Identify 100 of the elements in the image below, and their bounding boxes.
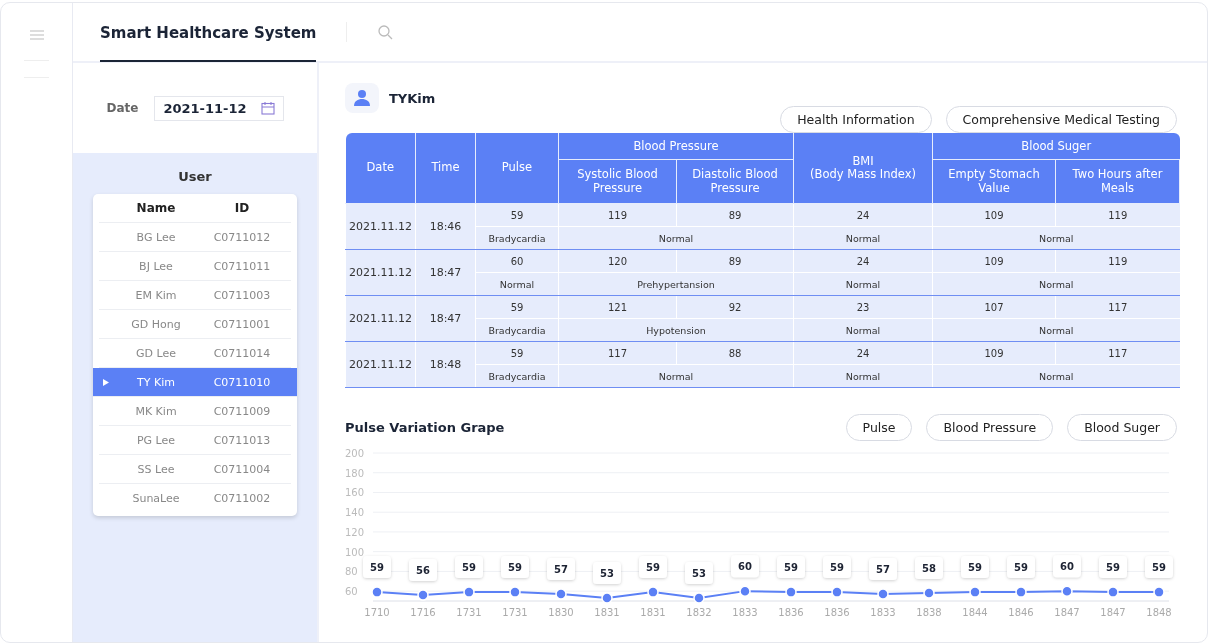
data-label: 59 [1152,562,1166,574]
user-id: C0711004 [212,462,272,476]
table-cell: 121 [558,295,677,319]
table-cell: 24 [793,341,933,365]
date-label: Date [106,101,139,115]
user-id: C0711010 [212,375,272,389]
table-cell: Hypotension [558,318,794,342]
data-point [969,586,981,598]
x-tick-label: 1830 [548,607,574,618]
y-tick-label: 180 [345,467,365,479]
y-tick-label: 140 [345,507,365,519]
table-cell: 18:48 [415,341,476,388]
data-point [739,585,751,597]
x-tick-label: 1731 [456,607,482,618]
data-label: 59 [462,562,476,574]
y-tick-label: 160 [345,487,365,499]
graph-filter-button[interactable]: Blood Suger [1067,414,1177,441]
x-tick-label: 1846 [1008,607,1034,618]
graph-title: Pulse Variation Grape [345,420,505,435]
user-row[interactable]: MK Kim C0711009 [99,397,291,426]
x-tick-label: 1847 [1100,607,1126,618]
data-point [647,586,659,598]
user-row[interactable]: EM Kim C0711003 [99,281,291,310]
table-cell: 109 [932,249,1056,273]
data-label: 59 [508,562,522,574]
table-cell: 59 [475,295,559,319]
x-tick-label: 1844 [962,607,988,618]
user-row[interactable]: SunaLee C0711002 [99,484,291,512]
table-cell: 18:47 [415,295,476,342]
table-cell: 24 [793,203,933,227]
table-cell: 24 [793,249,933,273]
avatar-icon [345,83,379,113]
table-cell: Bradycardia [475,318,559,342]
table-cell: 88 [676,341,794,365]
user-id: C0711003 [212,288,272,302]
view-button[interactable]: Health Information [780,106,932,133]
table-cell: 18:47 [415,249,476,296]
column-header: Diastolic Blood Pressure [676,159,794,204]
user-id: C0711011 [212,259,272,273]
table-cell: 119 [1055,249,1180,273]
table-cell: 2021.11.12 [345,203,416,250]
y-tick-label: 80 [345,566,358,578]
search-icon[interactable] [377,24,394,40]
table-cell: 2021.11.12 [345,295,416,342]
data-point [463,586,475,598]
table-cell: Prehypertansion [558,272,794,296]
date-field[interactable]: 2021-11-12 [154,95,284,121]
user-name: GD Hong [130,317,182,331]
graph-filter-button[interactable]: Blood Pressure [926,414,1054,441]
x-tick-label: 1833 [870,607,896,618]
column-group-header: Blood Suger [932,133,1180,160]
column-header: BMI (Body Mass Index) [793,133,933,204]
menu-icon[interactable] [29,30,44,40]
data-point [785,586,797,598]
table-cell: 18:46 [415,203,476,250]
column-header: Pulse [475,133,559,204]
data-label: 59 [830,562,844,574]
pointer-icon [103,378,109,386]
x-tick-label: 1848 [1146,607,1172,618]
table-cell: 2021.11.12 [345,341,416,388]
user-name: TY Kim [136,375,176,389]
column-header: Empty Stomach Value [932,159,1056,204]
graph-filter-button[interactable]: Pulse [845,414,913,441]
x-tick-label: 1833 [732,607,758,618]
table-cell: 23 [793,295,933,319]
calendar-icon[interactable] [260,101,275,115]
x-tick-label: 1838 [916,607,942,618]
user-name: MK Kim [134,404,178,418]
data-point [693,592,705,604]
table-cell: Bradycardia [475,226,559,250]
data-point [1015,586,1027,598]
data-point [509,586,521,598]
user-row[interactable]: BG Lee C0711012 [99,223,291,252]
user-id: C0711009 [212,404,272,418]
x-tick-label: 1836 [778,607,804,618]
column-header: Date [345,133,416,204]
user-row[interactable]: TY Kim C0711010 [93,368,297,397]
user-name: PG Lee [135,433,177,447]
table-cell: Normal [475,272,559,296]
x-tick-label: 1832 [686,607,712,618]
user-row[interactable]: BJ Lee C0711011 [99,252,291,281]
data-point [555,588,567,600]
column-group-header: Blood Pressure [558,133,794,160]
data-point [1153,586,1165,598]
user-row[interactable]: SS Lee C0711004 [99,455,291,484]
table-cell: 117 [1055,295,1180,319]
table-cell: Normal [793,272,933,296]
table-cell: 109 [932,203,1056,227]
table-cell: Normal [558,226,794,250]
user-row[interactable]: PG Lee C0711013 [99,426,291,455]
user-id: C0711014 [212,346,272,360]
data-label: 60 [1060,561,1074,573]
table-cell: 119 [558,203,677,227]
view-button[interactable]: Comprehensive Medical Testing [945,106,1177,133]
user-id: C0711001 [212,317,272,331]
user-row[interactable]: GD Hong C0711001 [99,310,291,339]
data-label: 59 [1014,562,1028,574]
column-header: ID [233,201,251,215]
x-tick-label: 1831 [594,607,620,618]
table-cell: 119 [1055,203,1180,227]
